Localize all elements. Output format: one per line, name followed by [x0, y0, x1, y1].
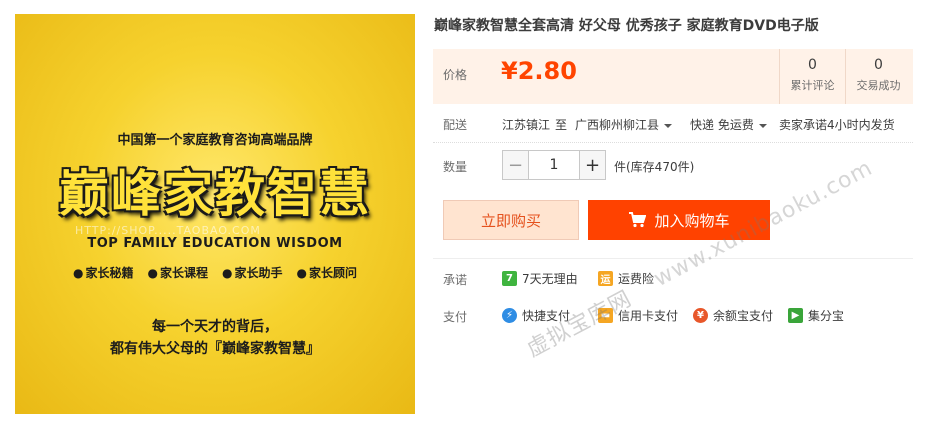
- product-image[interactable]: 中国第一个家庭教育咨询高端品牌 巅峰家教智慧 HTTP://SHOP.....T…: [15, 14, 415, 414]
- product-title: 巅峰家教智慧全套高清 好父母 优秀孩子 家庭教育DVD电子版: [434, 18, 819, 34]
- sales-count: 0: [874, 57, 883, 73]
- payment-text: 信用卡支付: [618, 309, 679, 323]
- review-count-stat[interactable]: 0 累计评论: [779, 49, 845, 104]
- review-count: 0: [808, 57, 817, 73]
- chevron-down-icon: [758, 123, 767, 128]
- image-brand-title: 巅峰家教智慧: [59, 164, 371, 223]
- promise-seven-day-return[interactable]: 7 7天无理由: [502, 270, 578, 287]
- stock-info: 件(库存470件): [614, 160, 695, 174]
- image-bullet-list: 家长秘籍 家长课程 家长助手 家长顾问: [15, 264, 415, 281]
- promise-text: 运费险: [618, 272, 655, 286]
- quantity-stepper: − 1 +: [502, 150, 606, 180]
- promise-text: 7天无理由: [522, 272, 578, 286]
- destination-value: 广西柳州柳江县: [575, 118, 660, 132]
- promise-label: 承诺: [443, 273, 468, 287]
- add-to-cart-button[interactable]: 加入购物车: [588, 200, 770, 240]
- destination-select[interactable]: 广西柳州柳江县: [575, 116, 673, 133]
- image-slogan-line1: 每一个天才的背后，: [152, 319, 278, 335]
- payment-text: 余额宝支付: [713, 309, 774, 323]
- shipping-insurance-icon: 运: [598, 271, 613, 286]
- image-english-subtitle: TOP FAMILY EDUCATION WISDOM: [87, 236, 343, 251]
- shipping-method-value: 快递 免运费: [690, 118, 754, 132]
- delivery-promise: 卖家承诺4小时内发货: [779, 118, 895, 132]
- shopping-cart-icon: [629, 212, 647, 228]
- payment-text: 快捷支付: [522, 309, 571, 323]
- quick-pay-icon: ⚡: [502, 308, 517, 323]
- decrease-quantity-button[interactable]: −: [502, 150, 529, 180]
- payment-credit-card[interactable]: ▬ 信用卡支付: [598, 307, 678, 324]
- shipping-label: 配送: [443, 118, 468, 132]
- payment-label: 支付: [443, 310, 468, 324]
- image-slogan-line2: 都有伟大父母的『巅峰家教智慧』: [110, 341, 320, 357]
- chevron-down-icon: [664, 123, 673, 128]
- price-value: ¥2.80: [501, 57, 577, 85]
- seven-day-return-icon: 7: [502, 271, 517, 286]
- payment-text: 集分宝: [808, 309, 845, 323]
- price-label: 价格: [443, 68, 468, 82]
- credit-card-icon: ▬: [598, 308, 613, 323]
- image-bullet: 家长助手: [222, 264, 282, 281]
- review-count-label: 累计评论: [790, 79, 835, 92]
- image-bullet: 家长顾问: [297, 264, 357, 281]
- quantity-label: 数量: [443, 160, 468, 174]
- quantity-input[interactable]: 1: [529, 150, 579, 180]
- ship-from: 江苏镇江: [502, 118, 551, 132]
- ship-to-word: 至: [555, 118, 568, 132]
- payment-quick-pay[interactable]: ⚡ 快捷支付: [502, 307, 570, 324]
- promise-shipping-insurance[interactable]: 运 运费险: [598, 270, 654, 287]
- shipping-method-select[interactable]: 快递 免运费: [690, 116, 767, 133]
- payment-jifenbao[interactable]: ▶ 集分宝: [788, 307, 844, 324]
- payment-yuebao[interactable]: ¥ 余额宝支付: [693, 307, 773, 324]
- image-tagline: 中国第一个家庭教育咨询高端品牌: [117, 133, 313, 148]
- add-to-cart-label: 加入购物车: [654, 211, 730, 230]
- price-box: 价格 ¥2.80 0 累计评论 0 交易成功: [433, 49, 913, 104]
- sales-count-stat[interactable]: 0 交易成功: [845, 49, 911, 104]
- divider: [433, 142, 913, 143]
- sales-count-label: 交易成功: [856, 79, 901, 92]
- buy-now-button[interactable]: 立即购买: [443, 200, 579, 240]
- image-bullet: 家长秘籍: [73, 264, 133, 281]
- increase-quantity-button[interactable]: +: [579, 150, 606, 180]
- image-bullet: 家长课程: [148, 264, 208, 281]
- divider: [433, 258, 913, 259]
- yuebao-icon: ¥: [693, 308, 708, 323]
- jifenbao-icon: ▶: [788, 308, 803, 323]
